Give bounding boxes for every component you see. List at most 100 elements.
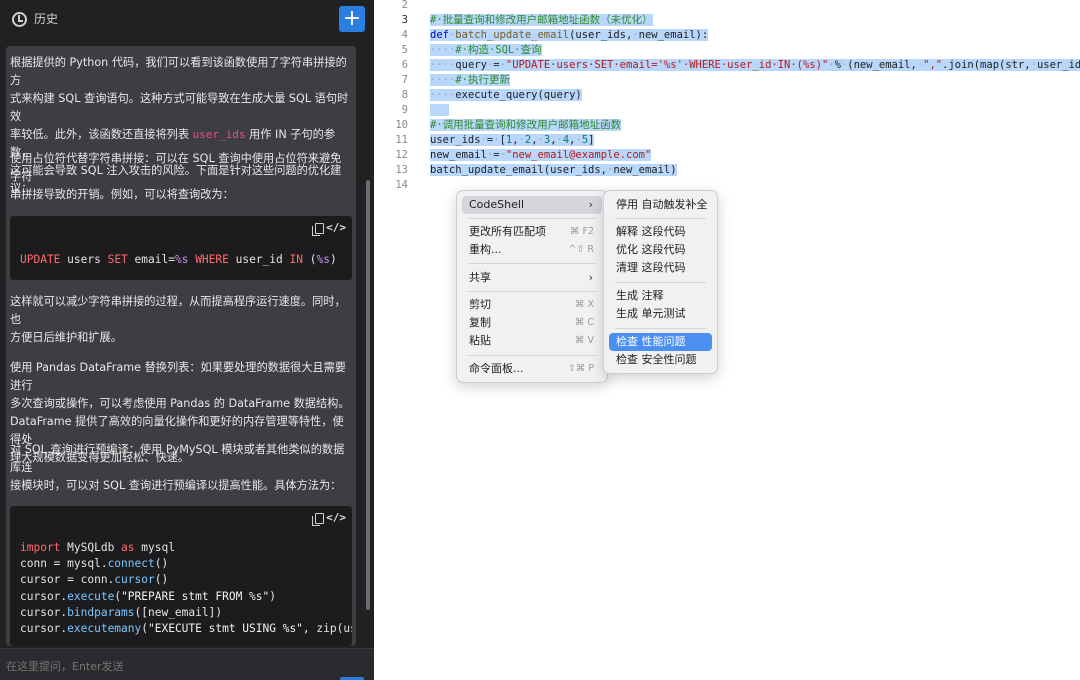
menu-separator [468,218,596,219]
code-line[interactable]: ····query·=·"UPDATE·users·SET·email='%s'… [430,58,1080,73]
menu-item-label: 更改所有匹配项 [469,225,546,238]
new-chat-button[interactable]: + [339,6,365,32]
menu-item-paste[interactable]: 粘贴 ⌘ V [462,332,602,350]
code-view-icon[interactable]: </> [326,221,346,234]
assistant-message: 根据提供的 Python 代码，我们可以看到该函数使用了字符串拼接的方 式来构建… [6,46,356,646]
menu-item-label: 粘贴 [469,334,491,347]
text-line: 方便日后维护和扩展。 [10,331,122,344]
menu-item-label: 检查 性能问题 [616,335,686,348]
copy-icon[interactable] [312,513,324,526]
code-block: </> import MySQLdb as mysql conn = mysql… [10,506,352,646]
text-span: 率较低。此外，该函数还直接将列表 [10,128,193,141]
history-label[interactable]: 历史 [34,12,58,27]
menu-item-label: 命令面板... [469,362,524,375]
text-line: 接模块时，可以对 SQL 查询进行预编译以提高性能。具体方法为： [10,479,342,492]
message-paragraph: 使用占位符代替字符串拼接：可以在 SQL 查询中使用占位符来避免字符 串拼接导致… [10,150,352,204]
menu-separator [615,328,706,329]
menu-item-label: 生成 注释 [616,289,664,302]
menu-item-check-security[interactable]: 检查 安全性问题 [609,351,712,369]
menu-item-disable-autocomplete[interactable]: 停用 自动触发补全 [609,196,712,214]
shortcut-label: ^⇧ R [568,244,594,255]
menu-item-label: 检查 安全性问题 [616,353,697,366]
code-line[interactable]: #·批量查询和修改用户邮箱地址函数（未优化） [430,13,653,28]
menu-item-command-palette[interactable]: 命令面板... ⇧⌘ P [462,360,602,378]
chevron-right-icon: › [588,271,593,284]
line-number: 4 [401,29,408,41]
menu-item-generate-comment[interactable]: 生成 注释 [609,287,712,305]
menu-item-clean-code[interactable]: 清理 这段代码 [609,259,712,277]
code-editor[interactable]: 2 3 4 5 6 7 8 9 10 11 12 13 14 #·批量查询和修改用户邮箱地址函数（未优化… [374,0,1080,680]
line-number: 10 [395,119,408,131]
menu-item-label: CodeShell [469,198,524,211]
menu-item-label: 清理 这段代码 [616,261,686,274]
line-number: 3 [401,14,408,26]
menu-item-label: 剪切 [469,298,491,311]
menu-item-cut[interactable]: 剪切 ⌘ X [462,296,602,314]
code-line[interactable]: user_ids·=·[1,·2,·3,·4,·5] [430,133,595,148]
menu-item-label: 共享 [469,271,491,284]
menu-item-share[interactable]: 共享 › [462,269,602,287]
code-block: </> UPDATE users SET email=%s WHERE user… [10,216,352,280]
menu-item-explain-code[interactable]: 解释 这段代码 [609,223,712,241]
code-line[interactable]: ····#·构造·SQL·查询 [430,43,542,58]
text-line: 串拼接导致的开销。例如，可以将查询改为： [10,188,234,201]
chat-input[interactable] [6,655,362,677]
text-line: 多次查询或操作，可以考虑使用 Pandas 的 DataFrame 数据结构。 [10,397,350,410]
text-line: 式来构建 SQL 查询语句。这种方式可能导致在生成大量 SQL 语句时效 [10,92,349,123]
chat-panel: 历史 + 根据提供的 Python 代码，我们可以看到该函数使用了字符串拼接的方… [0,0,374,680]
copy-icon[interactable] [312,223,324,236]
line-number: 7 [401,74,408,86]
code-content: import MySQLdb as mysql conn = mysql.con… [20,541,352,636]
menu-separator [468,263,596,264]
code-line[interactable] [430,103,449,118]
menu-item-generate-unit-test[interactable]: 生成 单元测试 [609,305,712,323]
menu-item-check-performance[interactable]: 检查 性能问题 [609,333,712,351]
shortcut-label: ⌘ C [574,317,594,328]
menu-item-refactor[interactable]: 重构... ^⇧ R [462,241,602,259]
menu-item-label: 生成 单元测试 [616,307,686,320]
code-line[interactable]: ····#·执行更新 [430,73,510,88]
text-line: 对 SQL 查询进行预编译：使用 PyMySQL 模块或者其他类似的数据库连 [10,443,345,474]
line-number: 12 [395,149,408,161]
chevron-right-icon: › [588,198,593,211]
line-number: 8 [401,89,408,101]
code-view-icon[interactable]: </> [326,511,346,524]
shortcut-label: ⇧⌘ P [567,363,594,374]
menu-item-copy[interactable]: 复制 ⌘ C [462,314,602,332]
code-line[interactable]: new_email·=·"new_email@example.com" [430,148,652,163]
menu-separator [468,291,596,292]
line-number: 11 [395,134,408,146]
code-content: UPDATE users SET email=%s WHERE user_id … [20,253,337,266]
line-number: 13 [395,164,408,176]
inline-code: user_ids [192,128,246,141]
code-line[interactable]: batch_update_email(user_ids,·new_email) [430,163,677,178]
line-number: 5 [401,44,408,56]
chat-scrollbar[interactable] [366,180,370,610]
text-line: 这样就可以减少字符串拼接的过程，从而提高程序运行速度。同时，也 [10,295,346,326]
menu-item-change-all[interactable]: 更改所有匹配项 ⌘ F2 [462,223,602,241]
menu-item-codeshell[interactable]: CodeShell › [462,196,602,214]
code-line[interactable]: ····execute_query(query) [430,88,582,103]
line-number: 6 [401,59,408,71]
line-number: 2 [401,0,408,11]
menu-separator [468,355,596,356]
text-line: 使用占位符代替字符串拼接：可以在 SQL 查询中使用占位符来避免字符 [10,152,342,183]
history-icon[interactable] [12,12,27,27]
code-line[interactable]: #·调用批量查询和修改用户邮箱地址函数 [430,118,622,133]
text-line: 根据提供的 Python 代码，我们可以看到该函数使用了字符串拼接的方 [10,56,347,87]
context-menu: CodeShell › 更改所有匹配项 ⌘ F2 重构... ^⇧ R 共享 › 剪切 ⌘… [456,190,608,383]
menu-item-label: 解释 这段代码 [616,225,686,238]
message-paragraph: 这样就可以减少字符串拼接的过程，从而提高程序运行速度。同时，也 方便日后维护和扩… [10,293,352,347]
menu-item-optimize-code[interactable]: 优化 这段代码 [609,241,712,259]
message-paragraph: 对 SQL 查询进行预编译：使用 PyMySQL 模块或者其他类似的数据库连 接… [10,441,352,495]
codeshell-submenu: 停用 自动触发补全 解释 这段代码 优化 这段代码 清理 这段代码 生成 注释 … [603,190,718,374]
code-line[interactable]: def·batch_update_email(user_ids,·new_ema… [430,28,709,43]
text-line: 使用 Pandas DataFrame 替换列表：如果要处理的数据很大且需要进行 [10,361,346,392]
shortcut-label: ⌘ V [574,335,594,346]
line-number: 14 [395,179,408,191]
menu-item-label: 重构... [469,243,502,256]
chat-header: 历史 + [0,0,374,40]
menu-item-label: 复制 [469,316,491,329]
menu-separator [615,218,706,219]
menu-item-label: 优化 这段代码 [616,243,686,256]
